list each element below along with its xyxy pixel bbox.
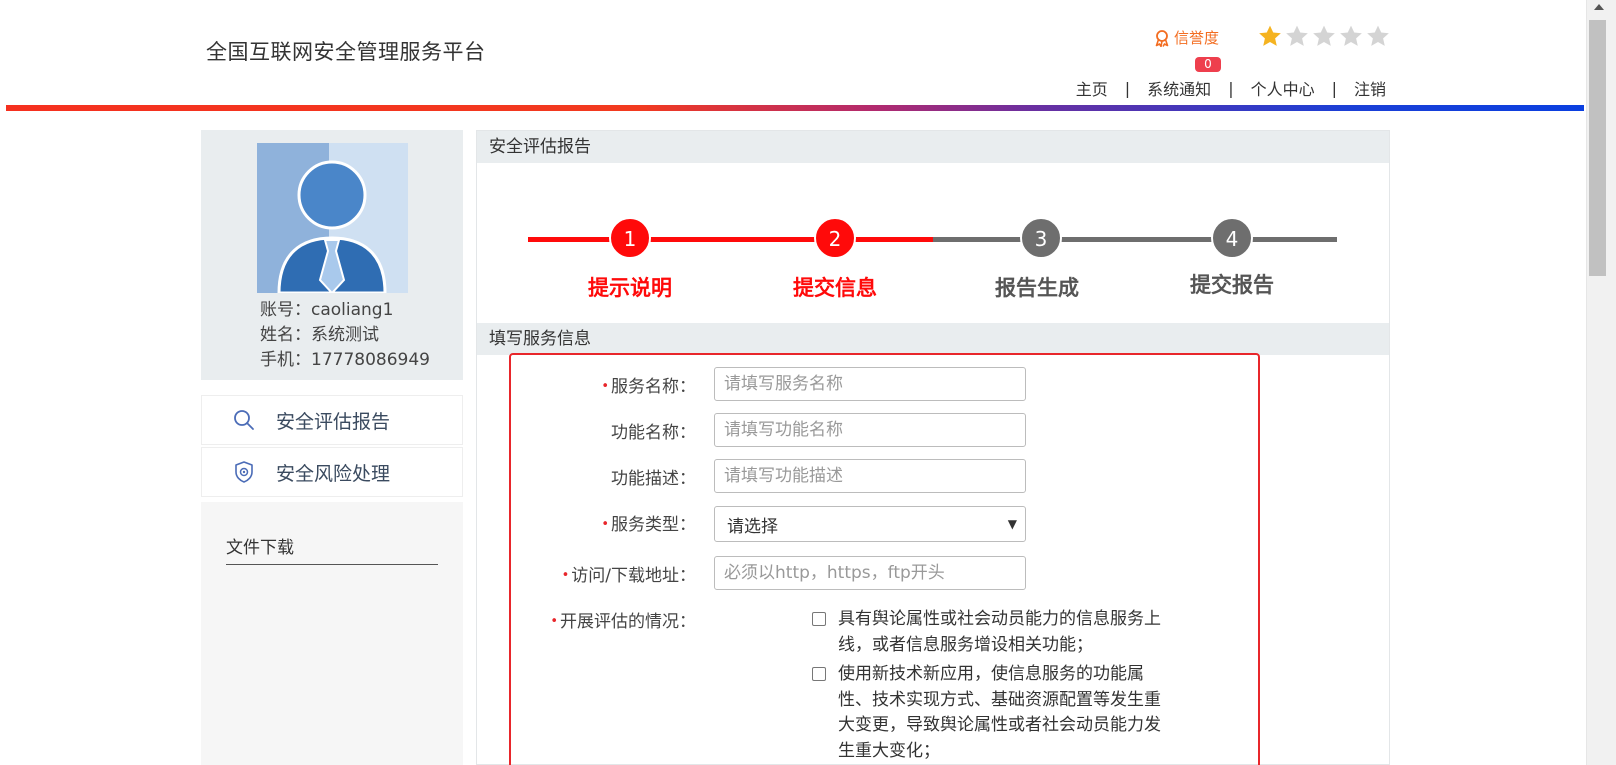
- search-icon: [234, 410, 254, 430]
- required-mark: •: [561, 568, 570, 583]
- step-3-circle: 3: [1020, 217, 1062, 259]
- phone-text: 手机：17778086949: [260, 350, 430, 370]
- shield-icon: [235, 461, 253, 483]
- nav-logout[interactable]: 注销: [1354, 76, 1386, 100]
- function-desc-input[interactable]: [714, 459, 1026, 493]
- user-avatar-icon: [257, 143, 408, 293]
- star-empty-icon: [1340, 25, 1362, 46]
- scrollbar-thumb[interactable]: [1589, 20, 1606, 276]
- assessment-option-2: 使用新技术新应用，使信息服务的功能属性、技术实现方式、基础资源配置等发生重大变更…: [812, 662, 1170, 764]
- required-mark: •: [550, 614, 558, 629]
- header-divider: [6, 105, 1584, 111]
- assessment-option-1: 具有舆论属性或社会动员能力的信息服务上线，或者信息服务增设相关功能；: [812, 607, 1170, 658]
- credit-label: 信誉度: [1174, 29, 1220, 47]
- access-url-input[interactable]: [714, 556, 1026, 590]
- top-nav: 主页 | 系统通知 | 个人中心 | 注销: [1076, 76, 1386, 100]
- credit-rating: 信誉度: [1153, 27, 1219, 48]
- credit-stars: [1257, 24, 1391, 49]
- assessment-option-text: 使用新技术新应用，使信息服务的功能属性、技术实现方式、基础资源配置等发生重大变更…: [838, 664, 1161, 761]
- assessment-checkbox-1[interactable]: [812, 612, 826, 626]
- account-text: 账号：caoliang1: [260, 300, 394, 320]
- step-2-circle: 2: [814, 217, 856, 259]
- ribbon-icon: [1155, 29, 1169, 47]
- download-title: 文件下载: [226, 533, 438, 565]
- access-url-label: • 访问/下载地址：: [561, 566, 696, 586]
- star-empty-icon: [1367, 25, 1389, 46]
- service-type-select[interactable]: 请选择 ▼: [714, 506, 1026, 542]
- nav-separator: |: [1331, 78, 1337, 98]
- service-name-input[interactable]: [714, 367, 1026, 401]
- function-desc-label: 功能描述：: [611, 469, 696, 489]
- form-section-title: 填写服务信息: [477, 323, 1389, 355]
- service-type-value: 请选择: [727, 516, 778, 537]
- app-window: 全国互联网安全管理服务平台 信誉度 0 主页 | 系统通知 | 个人中心 | 注…: [0, 0, 1616, 765]
- assessment-checkbox-2[interactable]: [812, 667, 826, 681]
- credit-count-badge: 0: [1195, 57, 1221, 72]
- avatar: [257, 143, 408, 293]
- function-name-input[interactable]: [714, 413, 1026, 447]
- assessment-label: • 开展评估的情况：: [550, 612, 696, 632]
- nav-separator: |: [1228, 78, 1234, 98]
- star-empty-icon: [1313, 25, 1335, 46]
- step-4-circle: 4: [1211, 217, 1253, 259]
- progress-line-pending: [933, 237, 1337, 242]
- menu-label: 安全评估报告: [276, 410, 391, 433]
- nav-separator: |: [1124, 78, 1131, 98]
- name-text: 姓名：系统测试: [260, 325, 379, 345]
- progress-line-done: [528, 237, 933, 242]
- star-filled-icon: [1259, 25, 1281, 46]
- function-name-label: 功能名称：: [611, 423, 696, 443]
- nav-notifications[interactable]: 系统通知: [1147, 76, 1211, 100]
- required-mark: •: [601, 517, 609, 532]
- step-1-circle: 1: [609, 217, 651, 259]
- menu-item-risk-handling[interactable]: 安全风险处理: [201, 447, 463, 497]
- service-name-label: • 服务名称：: [601, 377, 696, 397]
- step-4-label: 提交报告: [1190, 273, 1274, 297]
- assessment-option-text: 具有舆论属性或社会动员能力的信息服务上线，或者信息服务增设相关功能；: [838, 609, 1161, 655]
- star-empty-icon: [1286, 25, 1308, 46]
- caret-down-icon: ▼: [1007, 517, 1017, 531]
- step-2-label: 提交信息: [793, 276, 877, 300]
- menu-item-security-report[interactable]: 安全评估报告: [201, 395, 463, 445]
- nav-home[interactable]: 主页: [1076, 76, 1108, 100]
- nav-personal-center[interactable]: 个人中心: [1251, 76, 1315, 100]
- scroll-up-icon[interactable]: [1594, 4, 1604, 10]
- service-type-label: • 服务类型：: [601, 515, 696, 535]
- step-3-label: 报告生成: [995, 276, 1079, 300]
- required-mark: •: [601, 379, 609, 394]
- menu-label: 安全风险处理: [276, 462, 391, 485]
- report-section-title: 安全评估报告: [477, 131, 1389, 163]
- site-title: 全国互联网安全管理服务平台: [206, 40, 486, 64]
- step-1-label: 提示说明: [588, 276, 672, 300]
